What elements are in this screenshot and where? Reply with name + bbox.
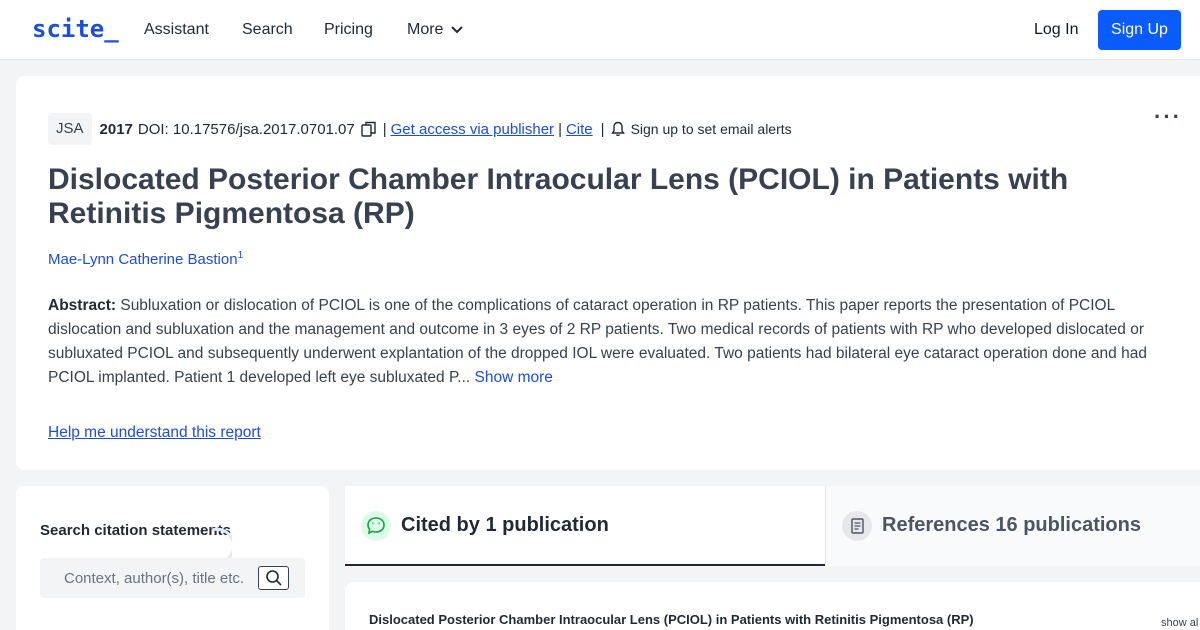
search-icon	[266, 570, 282, 586]
paper-header-card: JSA 2017 DOI: 10.17576/jsa.2017.0701.07 …	[16, 76, 1200, 470]
citation-search-panel: Search citation statements	[16, 486, 329, 630]
separator: |	[382, 120, 387, 138]
search-button[interactable]	[258, 566, 289, 590]
nav-link-assistant[interactable]: Assistant	[144, 21, 209, 39]
doi-text: DOI: 10.17576/jsa.2017.0701.07	[137, 120, 355, 138]
citation-tabs: " " Cited by 1 publication References 16…	[345, 486, 1200, 566]
separator: |	[600, 120, 605, 138]
citing-publication-title[interactable]: Dislocated Posterior Chamber Intraocular…	[369, 612, 974, 627]
nav-link-pricing[interactable]: Pricing	[324, 21, 373, 39]
show-all-link[interactable]: show al	[1161, 617, 1198, 629]
author-name: Mae-Lynn Catherine Bastion	[48, 251, 238, 268]
tab-cited-label: Cited by 1 publication	[401, 514, 609, 536]
paper-meta-row: JSA 2017 DOI: 10.17576/jsa.2017.0701.07 …	[48, 113, 792, 145]
citing-publication-card: Dislocated Posterior Chamber Intraocular…	[345, 582, 1200, 630]
paper-title: Dislocated Posterior Chamber Intraocular…	[48, 163, 1069, 230]
author-affiliation-number: 1	[237, 250, 244, 261]
email-alerts-link[interactable]: Sign up to set email alerts	[631, 121, 792, 137]
bell-icon[interactable]	[610, 121, 625, 137]
nav-link-search[interactable]: Search	[242, 21, 293, 39]
publication-year: 2017	[99, 120, 133, 138]
show-more-link[interactable]: Show more	[475, 369, 553, 386]
author-link[interactable]: Mae-Lynn Catherine Bastion1	[48, 250, 243, 268]
copy-icon[interactable]	[361, 121, 377, 137]
publisher-access-link[interactable]: Get access via publisher	[391, 121, 554, 138]
nav-link-more-label: More	[407, 21, 444, 38]
document-icon	[842, 511, 872, 541]
help-understand-link[interactable]: Help me understand this report	[48, 424, 261, 442]
separator: |	[558, 120, 562, 138]
svg-text:" ": " "	[372, 522, 381, 530]
abstract-label: Abstract:	[48, 297, 117, 314]
tab-references[interactable]: References 16 publications	[825, 486, 1200, 566]
tab-references-label: References 16 publications	[882, 514, 1141, 536]
citation-search-input[interactable]	[40, 558, 260, 598]
tab-cited-by[interactable]: " " Cited by 1 publication	[345, 486, 825, 566]
abstract-text: Subluxation or dislocation of PCIOL is o…	[48, 297, 1147, 386]
signup-button[interactable]: Sign Up	[1098, 10, 1181, 50]
chat-bubble-icon: " "	[361, 511, 391, 541]
scite-logo[interactable]: scite_	[32, 15, 119, 43]
nav-link-more[interactable]: More	[407, 21, 464, 39]
login-link[interactable]: Log In	[1034, 21, 1078, 39]
chevron-down-icon	[451, 26, 464, 34]
search-box	[40, 558, 305, 598]
cite-link[interactable]: Cite	[566, 121, 593, 138]
abstract: Abstract: Subluxation or dislocation of …	[48, 294, 1158, 390]
more-options-icon[interactable]: ···	[1154, 104, 1182, 130]
journal-badge[interactable]: JSA	[48, 113, 92, 145]
top-nav: scite_ Assistant Search Pricing More Log…	[0, 0, 1200, 60]
